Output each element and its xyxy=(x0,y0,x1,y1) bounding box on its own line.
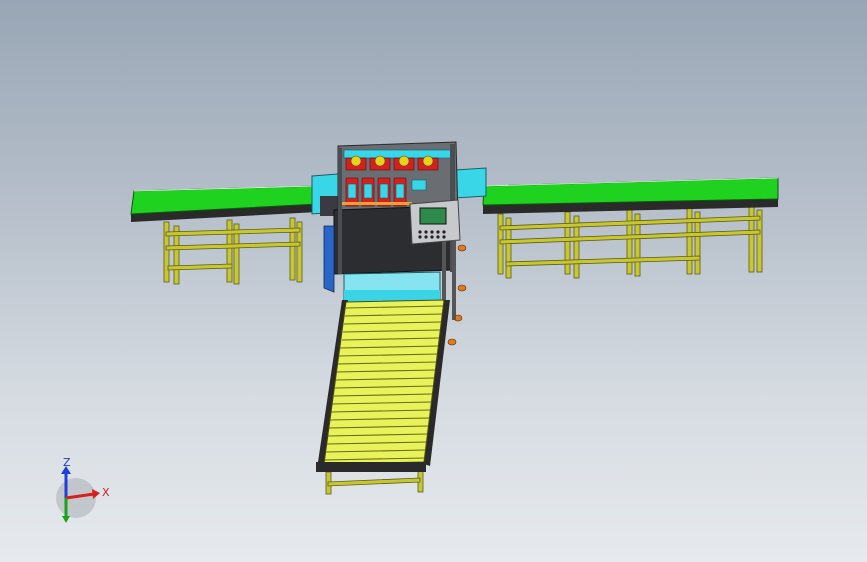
graphics-viewport[interactable]: Z X xyxy=(0,0,867,562)
right-conveyor-frame xyxy=(497,205,763,279)
left-conveyor-frame xyxy=(163,217,303,285)
control-panel[interactable] xyxy=(409,199,461,245)
z-axis-label: Z xyxy=(63,456,71,469)
right-transfer-guard xyxy=(454,167,487,199)
cad-3d-model-view[interactable]: Z X xyxy=(0,0,867,562)
right-conveyor[interactable] xyxy=(482,177,779,279)
blue-side-plate xyxy=(323,225,335,293)
roller-conveyor[interactable] xyxy=(316,299,450,495)
left-conveyor[interactable] xyxy=(130,185,319,285)
coordinate-triad: Z X xyxy=(56,456,110,523)
control-panel-screen[interactable] xyxy=(419,207,447,225)
x-axis-label: X xyxy=(102,486,110,499)
